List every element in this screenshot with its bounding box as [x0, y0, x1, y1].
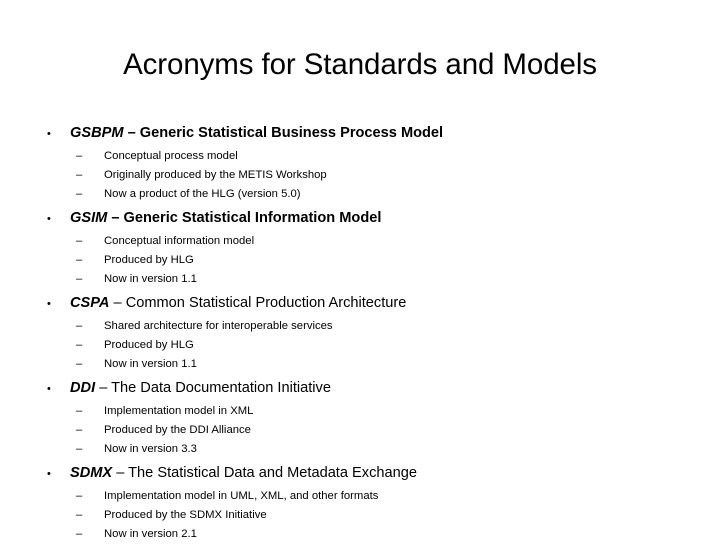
dash-marker-icon: –: [76, 188, 83, 200]
acronym-label: CSPA: [70, 295, 110, 311]
sub-list-item-label: Shared architecture for interoperable se…: [104, 320, 333, 332]
dash-marker-icon: –: [76, 254, 83, 266]
acronym-separator: –: [107, 210, 124, 226]
list-item: • CSPA – Common Statistical Production Ar…: [42, 294, 682, 314]
sub-list-item-label: Now in version 1.1: [104, 358, 197, 370]
dash-marker-icon: –: [76, 443, 83, 455]
acronym-separator: –: [109, 295, 126, 311]
page-title: Acronyms for Standards and Models: [123, 48, 597, 81]
bullet-marker-icon: •: [47, 213, 51, 225]
acronym-expansion: The Statistical Data and Metadata Exchan…: [128, 465, 417, 481]
dash-marker-icon: –: [76, 339, 83, 351]
sub-list-item: – Originally produced by the METIS Worksh…: [42, 166, 682, 184]
dash-marker-icon: –: [76, 424, 83, 436]
sub-list-item: – Shared architecture for interoperable s…: [42, 317, 682, 335]
bullet-marker-icon: •: [47, 383, 51, 395]
acronym-group: • GSBPM – Generic Statistical Business Pr…: [42, 124, 682, 203]
acronym-heading: DDI – The Data Documentation Initiative: [70, 379, 331, 398]
list-item: • GSIM – Generic Statistical Information …: [42, 209, 682, 229]
sub-list-item-label: Conceptual process model: [104, 150, 238, 162]
sub-list-item-label: Now in version 2.1: [104, 528, 197, 540]
sub-list-item-label: Produced by the DDI Alliance: [104, 424, 251, 436]
acronym-heading: CSPA – Common Statistical Production Arc…: [70, 294, 406, 313]
sub-list-item-label: Conceptual information model: [104, 235, 255, 247]
sub-list-item: – Implementation model in XML: [42, 402, 682, 420]
sub-list-item-label: Produced by the SDMX Initiative: [104, 509, 267, 521]
acronym-group: • DDI – The Data Documentation Initiative…: [42, 379, 682, 458]
sub-list-item: – Conceptual process model: [42, 147, 682, 165]
dash-marker-icon: –: [76, 320, 83, 332]
bullet-list: • GSBPM – Generic Statistical Business Pr…: [42, 124, 682, 544]
bullet-marker-icon: •: [47, 298, 51, 310]
acronym-group: • SDMX – The Statistical Data and Metadat…: [42, 464, 682, 543]
acronym-separator: –: [112, 465, 129, 481]
acronym-group: • GSIM – Generic Statistical Information …: [42, 209, 682, 288]
dash-marker-icon: –: [76, 358, 83, 370]
dash-marker-icon: –: [76, 273, 83, 285]
acronym-label: SDMX: [70, 465, 113, 481]
acronym-expansion: The Data Documentation Initiative: [111, 380, 331, 396]
sub-bullet-list: – Conceptual process model – Originally pro…: [42, 147, 682, 203]
dash-marker-icon: –: [76, 150, 83, 162]
sub-list-item: – Produced by the DDI Alliance: [42, 421, 682, 439]
sub-list-item: – Now in version 2.1: [42, 525, 682, 543]
sub-list-item: – Now in version 3.3: [42, 440, 682, 458]
acronym-label: GSBPM: [70, 125, 124, 141]
sub-list-item-label: Implementation model in XML: [104, 405, 254, 417]
sub-bullet-list: – Implementation model in XML – Produced by…: [42, 402, 682, 458]
acronym-expansion: Generic Statistical Information Model: [123, 210, 382, 226]
sub-list-item-label: Originally produced by the METIS Worksho…: [104, 169, 327, 181]
sub-list-item-label: Now in version 3.3: [104, 443, 197, 455]
sub-list-item: – Produced by HLG: [42, 251, 682, 269]
acronym-label: DDI: [70, 380, 96, 396]
sub-bullet-list: – Conceptual information model – Produced b…: [42, 232, 682, 288]
acronym-group: • CSPA – Common Statistical Production Ar…: [42, 294, 682, 373]
dash-marker-icon: –: [76, 235, 83, 247]
dash-marker-icon: –: [76, 169, 83, 181]
acronym-expansion: Common Statistical Production Architectu…: [125, 295, 407, 311]
dash-marker-icon: –: [76, 490, 83, 502]
sub-list-item-label: Now in version 1.1: [104, 273, 197, 285]
acronym-expansion: Generic Statistical Business Process Mod…: [139, 125, 444, 141]
sub-bullet-list: – Shared architecture for interoperable s…: [42, 317, 682, 373]
acronym-separator: –: [123, 125, 140, 141]
sub-list-item: – Now a product of the HLG (version 5.0): [42, 185, 682, 203]
sub-list-item: – Now in version 1.1: [42, 270, 682, 288]
bullet-marker-icon: •: [47, 468, 51, 480]
slide: Acronyms for Standards and Models • GSBPM…: [0, 0, 720, 540]
list-item: • DDI – The Data Documentation Initiative: [42, 379, 682, 399]
sub-list-item-label: Produced by HLG: [104, 339, 194, 351]
sub-list-item-label: Produced by HLG: [104, 254, 194, 266]
sub-list-item-label: Implementation model in UML, XML, and ot…: [104, 490, 379, 502]
sub-list-item: – Produced by the SDMX Initiative: [42, 506, 682, 524]
acronym-heading: GSBPM – Generic Statistical Business Pro…: [70, 124, 443, 143]
dash-marker-icon: –: [76, 509, 83, 521]
sub-list-item: – Now in version 1.1: [42, 355, 682, 373]
acronym-heading: SDMX – The Statistical Data and Metadata…: [70, 464, 417, 483]
dash-marker-icon: –: [76, 405, 83, 417]
sub-list-item: – Conceptual information model: [42, 232, 682, 250]
sub-bullet-list: – Implementation model in UML, XML, and o…: [42, 487, 682, 543]
acronym-heading: GSIM – Generic Statistical Information M…: [70, 209, 381, 228]
sub-list-item-label: Now a product of the HLG (version 5.0): [104, 188, 301, 200]
dash-marker-icon: –: [76, 528, 83, 540]
acronym-separator: –: [95, 380, 112, 396]
sub-list-item: – Produced by HLG: [42, 336, 682, 354]
bullet-marker-icon: •: [47, 128, 51, 140]
acronym-label: GSIM: [70, 210, 108, 226]
sub-list-item: – Implementation model in UML, XML, and o…: [42, 487, 682, 505]
list-item: • GSBPM – Generic Statistical Business Pr…: [42, 124, 682, 144]
list-item: • SDMX – The Statistical Data and Metadat…: [42, 464, 682, 484]
